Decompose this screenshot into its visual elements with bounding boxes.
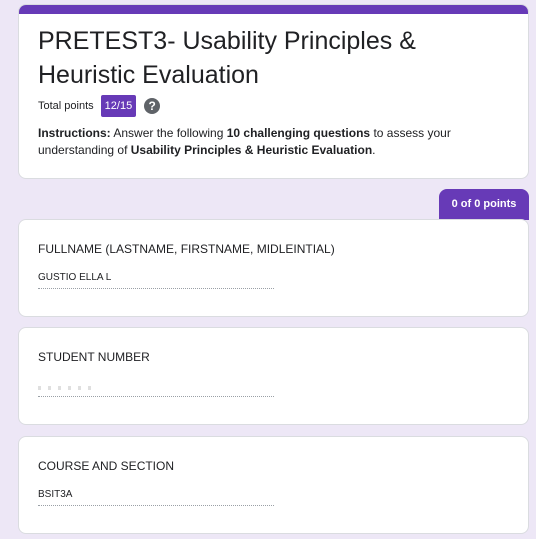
total-points-label: Total points xyxy=(38,100,94,112)
question-card-fullname: FULLNAME (LASTNAME, FIRSTNAME, MIDLEINTI… xyxy=(18,219,529,317)
redacted-answer xyxy=(38,386,98,391)
header-accent-bar xyxy=(19,5,528,14)
answer-field-fullname[interactable]: GUSTIO ELLA L xyxy=(38,267,274,289)
instructions-text-1: Answer the following xyxy=(110,126,227,140)
score-row: Total points 12/15 ? xyxy=(38,94,161,118)
instructions-emphasis-1: 10 challenging questions xyxy=(226,126,371,140)
form-header-card: PRETEST3- Usability Principles & Heurist… xyxy=(18,4,529,179)
answer-field-student-number[interactable] xyxy=(38,375,274,397)
instructions-prefix: Instructions: xyxy=(38,126,111,140)
instructions-emphasis-2: Usability Principles & Heuristic Evaluat… xyxy=(130,143,373,157)
form-instructions: Instructions: Answer the following 10 ch… xyxy=(38,125,516,159)
question-card-course-section: COURSE AND SECTION BSIT3A xyxy=(18,436,529,534)
instructions-suffix: . xyxy=(372,143,376,157)
section-points-badge: 0 of 0 points xyxy=(439,189,529,220)
question-label: FULLNAME (LASTNAME, FIRSTNAME, MIDLEINTI… xyxy=(38,242,335,256)
form-title: PRETEST3- Usability Principles & Heurist… xyxy=(38,27,416,89)
question-label: STUDENT NUMBER xyxy=(38,350,150,364)
help-circle-icon[interactable]: ? xyxy=(144,98,161,114)
score-badge: 12/15 xyxy=(100,95,137,117)
question-card-student-number: STUDENT NUMBER xyxy=(18,327,529,425)
answer-field-course-section[interactable]: BSIT3A xyxy=(38,484,274,506)
question-label: COURSE AND SECTION xyxy=(38,459,175,473)
